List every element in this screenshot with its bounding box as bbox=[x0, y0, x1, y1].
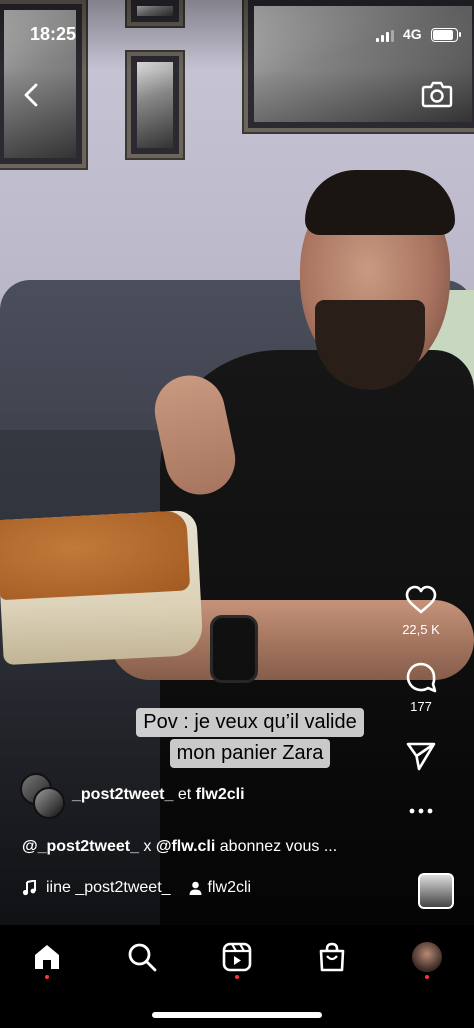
person-icon bbox=[189, 881, 202, 895]
mention-2[interactable]: @flw.cli bbox=[156, 838, 215, 855]
chevron-left-icon bbox=[24, 83, 38, 107]
camera-button[interactable] bbox=[418, 76, 456, 112]
audio-row[interactable]: iine _post2tweet_ flw2cli bbox=[22, 879, 251, 897]
action-rail: 22,5 K 177 bbox=[386, 580, 456, 826]
mention-1[interactable]: @_post2tweet_ bbox=[22, 838, 139, 855]
like-button[interactable] bbox=[386, 580, 456, 620]
more-options-button[interactable] bbox=[386, 796, 456, 826]
audio-thumbnail[interactable] bbox=[418, 873, 454, 909]
music-note-icon bbox=[22, 880, 36, 896]
desc-joiner: x bbox=[138, 838, 156, 855]
status-bar: 18:25 4G bbox=[0, 22, 474, 48]
nav-reels-indicator-dot bbox=[235, 975, 239, 979]
nav-home-indicator-dot bbox=[45, 975, 49, 979]
comment-count: 177 bbox=[410, 699, 432, 714]
send-icon bbox=[406, 742, 436, 771]
search-icon bbox=[128, 943, 157, 972]
video-caption: Pov : je veux qu’il valide mon panier Za… bbox=[118, 707, 382, 769]
home-indicator bbox=[152, 1012, 322, 1018]
camera-icon bbox=[421, 81, 453, 108]
battery-icon bbox=[431, 28, 461, 42]
shop-icon bbox=[319, 942, 345, 972]
author-row[interactable]: _post2tweet_ et flw2cli bbox=[20, 773, 320, 819]
signal-icon bbox=[376, 30, 394, 42]
nav-profile-indicator-dot bbox=[425, 975, 429, 979]
comment-icon bbox=[406, 662, 437, 693]
reels-icon bbox=[222, 942, 252, 972]
share-button[interactable] bbox=[386, 736, 456, 776]
audio-track[interactable]: iine _post2tweet_ bbox=[46, 879, 171, 897]
author-names: _post2tweet_ et flw2cli bbox=[72, 786, 245, 804]
status-time: 18:25 bbox=[30, 24, 77, 44]
nav-profile[interactable] bbox=[407, 937, 447, 977]
author-secondary[interactable]: flw2cli bbox=[196, 786, 245, 803]
desc-text: abonnez vous ... bbox=[215, 838, 338, 855]
home-icon bbox=[35, 945, 59, 969]
author-primary[interactable]: _post2tweet_ bbox=[72, 786, 173, 803]
profile-avatar bbox=[412, 942, 442, 972]
network-type: 4G bbox=[403, 26, 422, 42]
heart-icon bbox=[405, 585, 437, 614]
nav-reels[interactable] bbox=[217, 937, 257, 977]
person-hair bbox=[305, 170, 455, 235]
audio-collab[interactable]: flw2cli bbox=[208, 879, 252, 897]
caption-line-1: Pov : je veux qu’il valide bbox=[136, 708, 364, 737]
back-button[interactable] bbox=[14, 78, 48, 112]
author-avatar-2[interactable] bbox=[33, 787, 65, 819]
comment-button[interactable] bbox=[386, 657, 456, 697]
reel-description[interactable]: @_post2tweet_ x @flw.cli abonnez vous ..… bbox=[22, 838, 382, 856]
like-count: 22,5 K bbox=[402, 622, 440, 637]
nav-home[interactable] bbox=[27, 937, 67, 977]
more-dots-icon bbox=[409, 808, 433, 814]
author-joiner: et bbox=[173, 786, 196, 803]
nav-shop[interactable] bbox=[312, 937, 352, 977]
nav-search[interactable] bbox=[122, 937, 162, 977]
caption-line-2: mon panier Zara bbox=[169, 739, 331, 768]
